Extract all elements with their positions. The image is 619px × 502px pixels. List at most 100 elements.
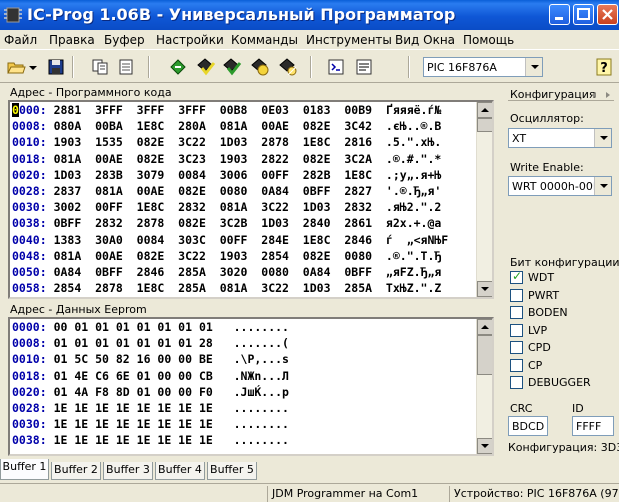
chevron-down-icon[interactable] bbox=[525, 58, 542, 76]
scroll-up-button[interactable] bbox=[477, 102, 492, 118]
row-words: 0BFF 2832 2878 082E 3C2B 1D03 2840 2861 bbox=[53, 216, 373, 231]
blank-check-icon[interactable] bbox=[278, 57, 298, 77]
minimize-button[interactable] bbox=[549, 4, 570, 25]
chevron-down-icon[interactable] bbox=[28, 57, 38, 77]
checkbox[interactable] bbox=[510, 376, 523, 389]
eeprom-label: Адрес - Данных Eeprom bbox=[10, 303, 147, 316]
row-ascii: .®.".T.Ђ bbox=[385, 248, 442, 263]
close-icon bbox=[602, 9, 613, 20]
row-address: 0008: bbox=[12, 336, 47, 351]
title-bar[interactable]: IC-Prog 1.06B - Универсальный Программат… bbox=[0, 0, 619, 30]
checkbox[interactable] bbox=[510, 288, 523, 302]
menu-file[interactable]: Файл bbox=[4, 33, 37, 47]
panel-nav-arrows-icon[interactable] bbox=[590, 90, 612, 100]
menu-edit[interactable]: Правка bbox=[49, 33, 95, 47]
copy-icon[interactable] bbox=[90, 57, 110, 77]
save-icon[interactable] bbox=[46, 57, 66, 77]
menu-commands[interactable]: Комманды bbox=[231, 33, 298, 47]
tab-buffer-1[interactable]: Buffer 1 bbox=[0, 459, 49, 480]
eeprom-row[interactable]: 0010: 01 5C 50 82 16 00 00 BE .\P‚...ѕ bbox=[12, 352, 289, 369]
eeprom-row[interactable]: 0018: 01 4E C6 6E 01 00 00 CB .NЖn...Л bbox=[12, 369, 289, 386]
row-ascii: .яЊ2.".2 bbox=[385, 200, 442, 215]
checkbox[interactable] bbox=[510, 269, 523, 284]
app-chip-icon bbox=[4, 7, 22, 23]
hex-row[interactable]: 0020: 1D03 283B 3079 0084 3006 00FF 282B… bbox=[12, 168, 441, 185]
row-address: 0048: bbox=[12, 248, 47, 263]
configuration-panel: Конфигурация Осциллятор: XT Write Enable… bbox=[500, 84, 619, 458]
hex-row[interactable]: 0008: 080A 00BA 1E8C 280A 081A 00AE 082E… bbox=[12, 119, 441, 136]
status-device: Устройство: PIC 16F876A (97) bbox=[449, 486, 619, 502]
eeprom-row[interactable]: 0028: 1E 1E 1E 1E 1E 1E 1E 1E ........ bbox=[12, 401, 289, 418]
hex-row[interactable]: 0058: 2854 2878 1E8C 285A 081A 3C22 1D03… bbox=[12, 281, 441, 297]
hex-view-toggle-icon[interactable] bbox=[116, 57, 136, 77]
hex-row[interactable]: 0018: 081A 00AE 082E 3C23 1903 2822 082E… bbox=[12, 152, 441, 169]
checkbox[interactable] bbox=[510, 358, 523, 372]
hex-row[interactable]: 0050: 0A84 0BFF 2846 285A 3020 0080 0A84… bbox=[12, 265, 441, 282]
verify-chip-icon[interactable] bbox=[250, 57, 270, 77]
row-words: 3002 00FF 1E8C 2832 081A 3C22 1D03 2832 bbox=[53, 200, 373, 215]
id-label: ID bbox=[572, 402, 584, 415]
crc-value: BDCD bbox=[512, 420, 545, 433]
open-folder-icon[interactable] bbox=[6, 57, 26, 77]
checkbox[interactable] bbox=[510, 341, 523, 354]
row-address: 0018: bbox=[12, 368, 47, 383]
checkbox[interactable] bbox=[510, 323, 523, 337]
hex-row[interactable]: 0010: 1903 1535 082E 3C22 1D03 2878 1E8C… bbox=[12, 135, 441, 152]
toolbar-separator bbox=[310, 56, 312, 78]
hex-view-icon[interactable] bbox=[326, 57, 346, 77]
scroll-down-button[interactable] bbox=[477, 281, 492, 297]
row-words: 2881 3FFF 3FFF 3FFF 00B8 0E03 0183 00B9 bbox=[53, 103, 373, 117]
tab-buffer-5[interactable]: Buffer 5 bbox=[207, 462, 257, 480]
row-ascii: ѓ „<яNЊF bbox=[385, 232, 449, 247]
menu-tools[interactable]: Инструменты bbox=[306, 33, 392, 47]
eeprom-row[interactable]: 0038: 1E 1E 1E 1E 1E 1E 1E 1E ........ bbox=[12, 433, 289, 450]
menu-settings[interactable]: Настройки bbox=[156, 33, 224, 47]
chevron-down-icon[interactable] bbox=[594, 177, 611, 195]
checkbox-label: BODEN bbox=[528, 306, 568, 319]
hex-row[interactable]: 0040: 1383 30A0 0084 303C 00FF 284E 1E8C… bbox=[12, 233, 448, 250]
read-chip-icon[interactable] bbox=[168, 57, 188, 77]
chevron-down-icon[interactable] bbox=[594, 129, 611, 147]
menu-help[interactable]: Помощь bbox=[463, 33, 514, 47]
id-field[interactable]: FFFF bbox=[572, 416, 614, 436]
program-chip-icon[interactable] bbox=[196, 57, 216, 77]
oscillator-select[interactable]: XT bbox=[508, 128, 612, 148]
row-bytes: 01 4E C6 6E 01 00 00 CB bbox=[53, 368, 213, 383]
scroll-down-button[interactable] bbox=[477, 438, 492, 454]
menu-buffer[interactable]: Буфер bbox=[104, 33, 145, 47]
eeprom-hex-view[interactable]: 0000: 00 01 01 01 01 01 01 01 ........ 00… bbox=[8, 317, 494, 456]
program-memory-hex-view[interactable]: 0000: 2881 3FFF 3FFF 3FFF 00B8 0E03 0183… bbox=[8, 100, 494, 299]
hex-row[interactable]: 0038: 0BFF 2832 2878 082E 3C2B 1D03 2840… bbox=[12, 216, 441, 233]
hex-row[interactable]: 0000: 2881 3FFF 3FFF 3FFF 00B8 0E03 0183… bbox=[12, 103, 441, 120]
hex-row[interactable]: 0028: 2837 081A 00AE 082E 0080 0A84 0BFF… bbox=[12, 184, 441, 201]
menu-window[interactable]: Вид Окна bbox=[395, 33, 455, 47]
row-address: 0028: bbox=[12, 401, 47, 415]
tab-buffer-3[interactable]: Buffer 3 bbox=[103, 462, 153, 480]
eeprom-row[interactable]: 0000: 00 01 01 01 01 01 01 01 ........ bbox=[12, 320, 289, 337]
row-words: 2854 2878 1E8C 285A 081A 3C22 1D03 285A bbox=[53, 281, 373, 296]
program-memory-scrollbar[interactable] bbox=[476, 102, 492, 297]
eeprom-row[interactable]: 0030: 1E 1E 1E 1E 1E 1E 1E 1E ........ bbox=[12, 417, 289, 434]
row-address: 0040: bbox=[12, 232, 47, 247]
tab-buffer-4[interactable]: Buffer 4 bbox=[155, 462, 205, 480]
maximize-button[interactable] bbox=[573, 4, 594, 25]
eeprom-row[interactable]: 0008: 01 01 01 01 01 01 01 28 .......( bbox=[12, 336, 289, 353]
help-icon[interactable]: ? bbox=[594, 57, 614, 77]
checkbox[interactable] bbox=[510, 306, 523, 319]
erase-chip-icon[interactable] bbox=[222, 57, 242, 77]
write-enable-select[interactable]: WRT 0000h-00FF bbox=[508, 176, 612, 196]
tab-buffer-2[interactable]: Buffer 2 bbox=[51, 462, 101, 480]
scroll-thumb[interactable] bbox=[477, 118, 492, 132]
scroll-up-button[interactable] bbox=[477, 319, 492, 335]
scroll-thumb[interactable] bbox=[477, 335, 492, 375]
device-select[interactable]: PIC 16F876A bbox=[423, 57, 543, 77]
eeprom-scrollbar[interactable] bbox=[476, 319, 492, 454]
row-address: 0020: bbox=[12, 384, 47, 399]
eeprom-row[interactable]: 0020: 01 4A F8 8D 01 00 00 F0 .JшЌ...р bbox=[12, 385, 289, 402]
row-ascii: .JшЌ...р bbox=[233, 384, 289, 399]
hex-row[interactable]: 0048: 081A 00AE 082E 3C22 1903 2854 082E… bbox=[12, 249, 441, 266]
row-bytes: 1E 1E 1E 1E 1E 1E 1E 1E bbox=[53, 417, 213, 432]
close-button[interactable] bbox=[597, 4, 618, 25]
hex-row[interactable]: 0030: 3002 00FF 1E8C 2832 081A 3C22 1D03… bbox=[12, 200, 441, 217]
assembler-view-icon[interactable] bbox=[354, 57, 374, 77]
